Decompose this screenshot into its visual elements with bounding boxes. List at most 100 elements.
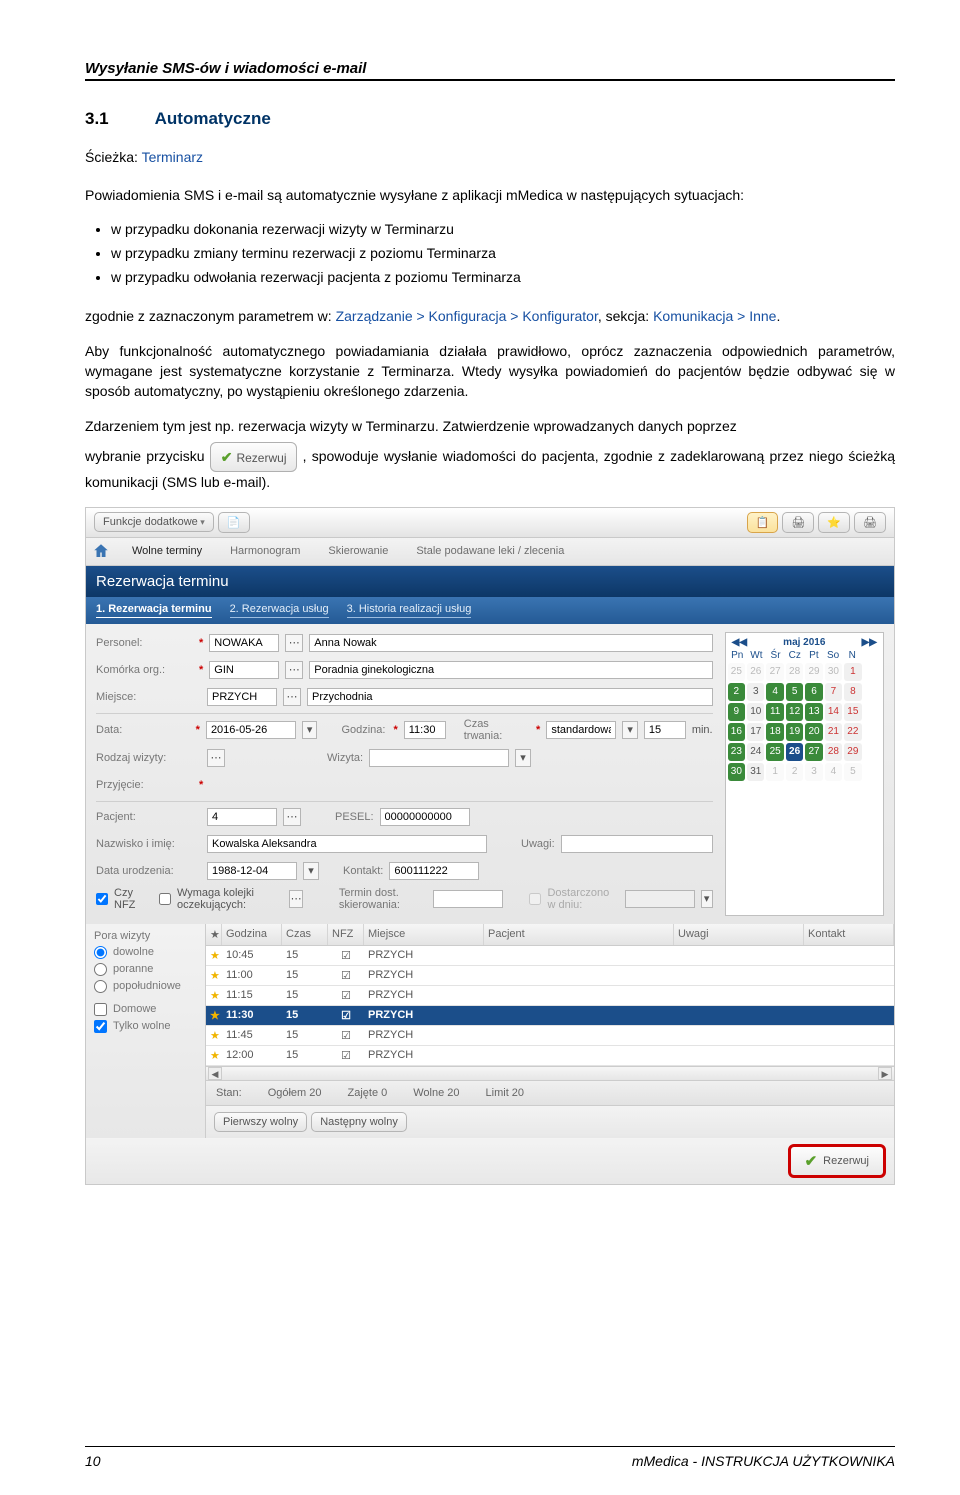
- toolbar-warn-icon[interactable]: 📋: [747, 512, 779, 533]
- page-footer: 10 mMedica - INSTRUKCJA UŻYTKOWNIKA: [85, 1446, 895, 1469]
- path-label: Ścieżka:: [85, 149, 138, 165]
- pesel-input[interactable]: [380, 808, 470, 826]
- schedule-row[interactable]: ★11:4515☑PRZYCH: [206, 1026, 894, 1046]
- first-free-button[interactable]: Pierwszy wolny: [214, 1112, 307, 1132]
- horizontal-scrollbar[interactable]: ◀▶: [206, 1066, 894, 1080]
- label-data-ur: Data urodzenia:: [96, 865, 191, 877]
- miejsce-code-input[interactable]: [207, 688, 277, 706]
- cal-prev-icon[interactable]: ◀◀: [728, 637, 751, 648]
- lookup-button[interactable]: ⋯: [285, 634, 303, 652]
- schedule-header: ★ GodzinaCzasNFZMiejscePacjentUwagiKonta…: [206, 924, 894, 946]
- toolbar-icon-button[interactable]: ⭐: [818, 512, 850, 533]
- paragraph-intro: Powiadomienia SMS i e-mail są automatycz…: [85, 185, 895, 205]
- lookup-button[interactable]: ⋯: [283, 808, 301, 826]
- time-input[interactable]: [404, 721, 446, 739]
- paragraph-functionality: Aby funkcjonalność automatycznego powiad…: [85, 341, 895, 402]
- czas-type-input[interactable]: [546, 721, 616, 739]
- schedule-footer: Stan: Ogółem 20 Zajęte 0 Wolne 20 Limit …: [206, 1080, 894, 1105]
- tab-stale[interactable]: Stale podawane leki / zlecenia: [410, 541, 570, 561]
- toolbar-icon-button[interactable]: 📄: [218, 512, 250, 533]
- pacjent-input[interactable]: [207, 808, 277, 826]
- schedule-sidebar: Pora wizyty dowolne poranne popołudniowe…: [86, 924, 206, 1138]
- check-domowe[interactable]: Domowe: [94, 1003, 197, 1016]
- termin-dost-input[interactable]: [433, 890, 503, 908]
- kontakt-input[interactable]: [389, 862, 479, 880]
- page-number: 10: [85, 1453, 101, 1469]
- komorka-name-input[interactable]: [309, 661, 712, 679]
- nazwisko-input[interactable]: [207, 835, 487, 853]
- label-rodzaj: Rodzaj wizyty:: [96, 752, 191, 764]
- app-screenshot: Funkcje dodatkowe 📄 📋 🖨 ⭐ 🖨 Wolne termin…: [85, 507, 895, 1185]
- czas-val-input[interactable]: [644, 721, 686, 739]
- schedule-row[interactable]: ★10:4515☑PRZYCH: [206, 946, 894, 966]
- wizyta-input[interactable]: [369, 749, 509, 767]
- schedule-row[interactable]: ★11:0015☑PRZYCH: [206, 966, 894, 986]
- tab-harmonogram[interactable]: Harmonogram: [224, 541, 306, 561]
- birthdate-dropdown[interactable]: ▾: [303, 862, 319, 880]
- label-personel: Personel:: [96, 637, 191, 649]
- page-header-title: Wysyłanie SMS-ów i wiadomości e-mail: [85, 60, 895, 77]
- check-tylko-wolne[interactable]: Tylko wolne: [94, 1020, 197, 1033]
- home-icon[interactable]: [92, 542, 110, 560]
- next-free-button[interactable]: Następny wolny: [311, 1112, 407, 1132]
- app-toolbar: Funkcje dodatkowe 📄 📋 🖨 ⭐ 🖨: [86, 508, 894, 538]
- paragraph-event: Zdarzeniem tym jest np. rezerwacja wizyt…: [85, 416, 895, 436]
- schedule-row[interactable]: ★11:1515☑PRZYCH: [206, 986, 894, 1006]
- wymaga-checkbox[interactable]: [159, 893, 171, 905]
- label-pesel: PESEL:: [335, 811, 374, 823]
- radio-poranne[interactable]: poranne: [94, 963, 197, 976]
- date-dropdown[interactable]: ▾: [302, 721, 318, 739]
- label-pacjent: Pacjent:: [96, 811, 191, 823]
- section-banner: Rezerwacja terminu: [86, 566, 894, 597]
- czy-nfz-checkbox[interactable]: [96, 893, 108, 905]
- bullet-item: w przypadku dokonania rezerwacji wizyty …: [111, 219, 895, 241]
- toolbar-icon-button[interactable]: 🖨: [854, 512, 886, 533]
- label-min: min.: [692, 724, 713, 736]
- lookup-button[interactable]: ⋯: [289, 890, 302, 908]
- path-value: Terminarz: [142, 149, 203, 165]
- schedule-row[interactable]: ★12:0015☑PRZYCH: [206, 1046, 894, 1066]
- reserve-button[interactable]: ✔Rezerwuj: [788, 1144, 886, 1178]
- label-kontakt: Kontakt:: [343, 865, 383, 877]
- dostarczono-input: [625, 890, 695, 908]
- mini-calendar[interactable]: ◀◀ maj 2016 ▶▶ PnWtŚrCzPtSoN 25262728293…: [725, 632, 884, 916]
- birthdate-input[interactable]: [207, 862, 297, 880]
- subtab-rezerwacja-uslug[interactable]: 2. Rezerwacja usług: [230, 603, 329, 618]
- personel-code-input[interactable]: [209, 634, 279, 652]
- subtab-historia[interactable]: 3. Historia realizacji usług: [347, 603, 472, 618]
- label-wizyta: Wizyta:: [327, 752, 363, 764]
- radio-dowolne[interactable]: dowolne: [94, 946, 197, 959]
- date-input[interactable]: [206, 721, 296, 739]
- lookup-button[interactable]: ⋯: [285, 661, 303, 679]
- personel-name-input[interactable]: [309, 634, 712, 652]
- label-termin-dost: Termin dost. skierowania:: [339, 887, 428, 911]
- tab-free-terms[interactable]: Wolne terminy: [126, 541, 208, 561]
- toolbar-icon-button[interactable]: 🖨: [782, 512, 814, 533]
- cal-next-icon[interactable]: ▶▶: [858, 637, 881, 648]
- label-komorka: Komórka org.:: [96, 664, 191, 676]
- label-wymaga: Wymaga kolejki oczekujących:: [177, 887, 283, 911]
- komorka-code-input[interactable]: [209, 661, 279, 679]
- label-dostarczono: Dostarczono w dniu:: [547, 887, 618, 911]
- dostarczono-dropdown: ▾: [701, 890, 713, 908]
- footer-text: mMedica - INSTRUKCJA UŻYTKOWNIKA: [632, 1453, 895, 1469]
- label-miejsce: Miejsce:: [96, 691, 191, 703]
- schedule-row[interactable]: ★11:3015☑PRZYCH: [206, 1006, 894, 1026]
- radio-popoludniowe[interactable]: popołudniowe: [94, 980, 197, 993]
- subtab-rezerwacja-terminu[interactable]: 1. Rezerwacja terminu: [96, 603, 212, 618]
- paragraph-config: zgodnie z zaznaczonym parametrem w: Zarz…: [85, 306, 895, 326]
- lookup-button[interactable]: ⋯: [283, 688, 301, 706]
- sub-tabs: 1. Rezerwacja terminu 2. Rezerwacja usłu…: [86, 597, 894, 624]
- wizyta-dropdown[interactable]: ▾: [515, 749, 531, 767]
- main-tabs: Wolne terminy Harmonogram Skierowanie St…: [86, 538, 894, 566]
- label-nazwisko: Nazwisko i imię:: [96, 838, 191, 850]
- tab-skierowanie[interactable]: Skierowanie: [322, 541, 394, 561]
- bullet-item: w przypadku odwołania rezerwacji pacjent…: [111, 267, 895, 289]
- section-number: 3.1: [85, 109, 109, 129]
- czas-dropdown[interactable]: ▾: [622, 721, 638, 739]
- lookup-button[interactable]: ⋯: [207, 749, 225, 767]
- functions-dropdown[interactable]: Funkcje dodatkowe: [94, 512, 214, 532]
- uwagi-input[interactable]: [561, 835, 713, 853]
- miejsce-name-input[interactable]: [307, 688, 713, 706]
- bullet-item: w przypadku zmiany terminu rezerwacji z …: [111, 243, 895, 265]
